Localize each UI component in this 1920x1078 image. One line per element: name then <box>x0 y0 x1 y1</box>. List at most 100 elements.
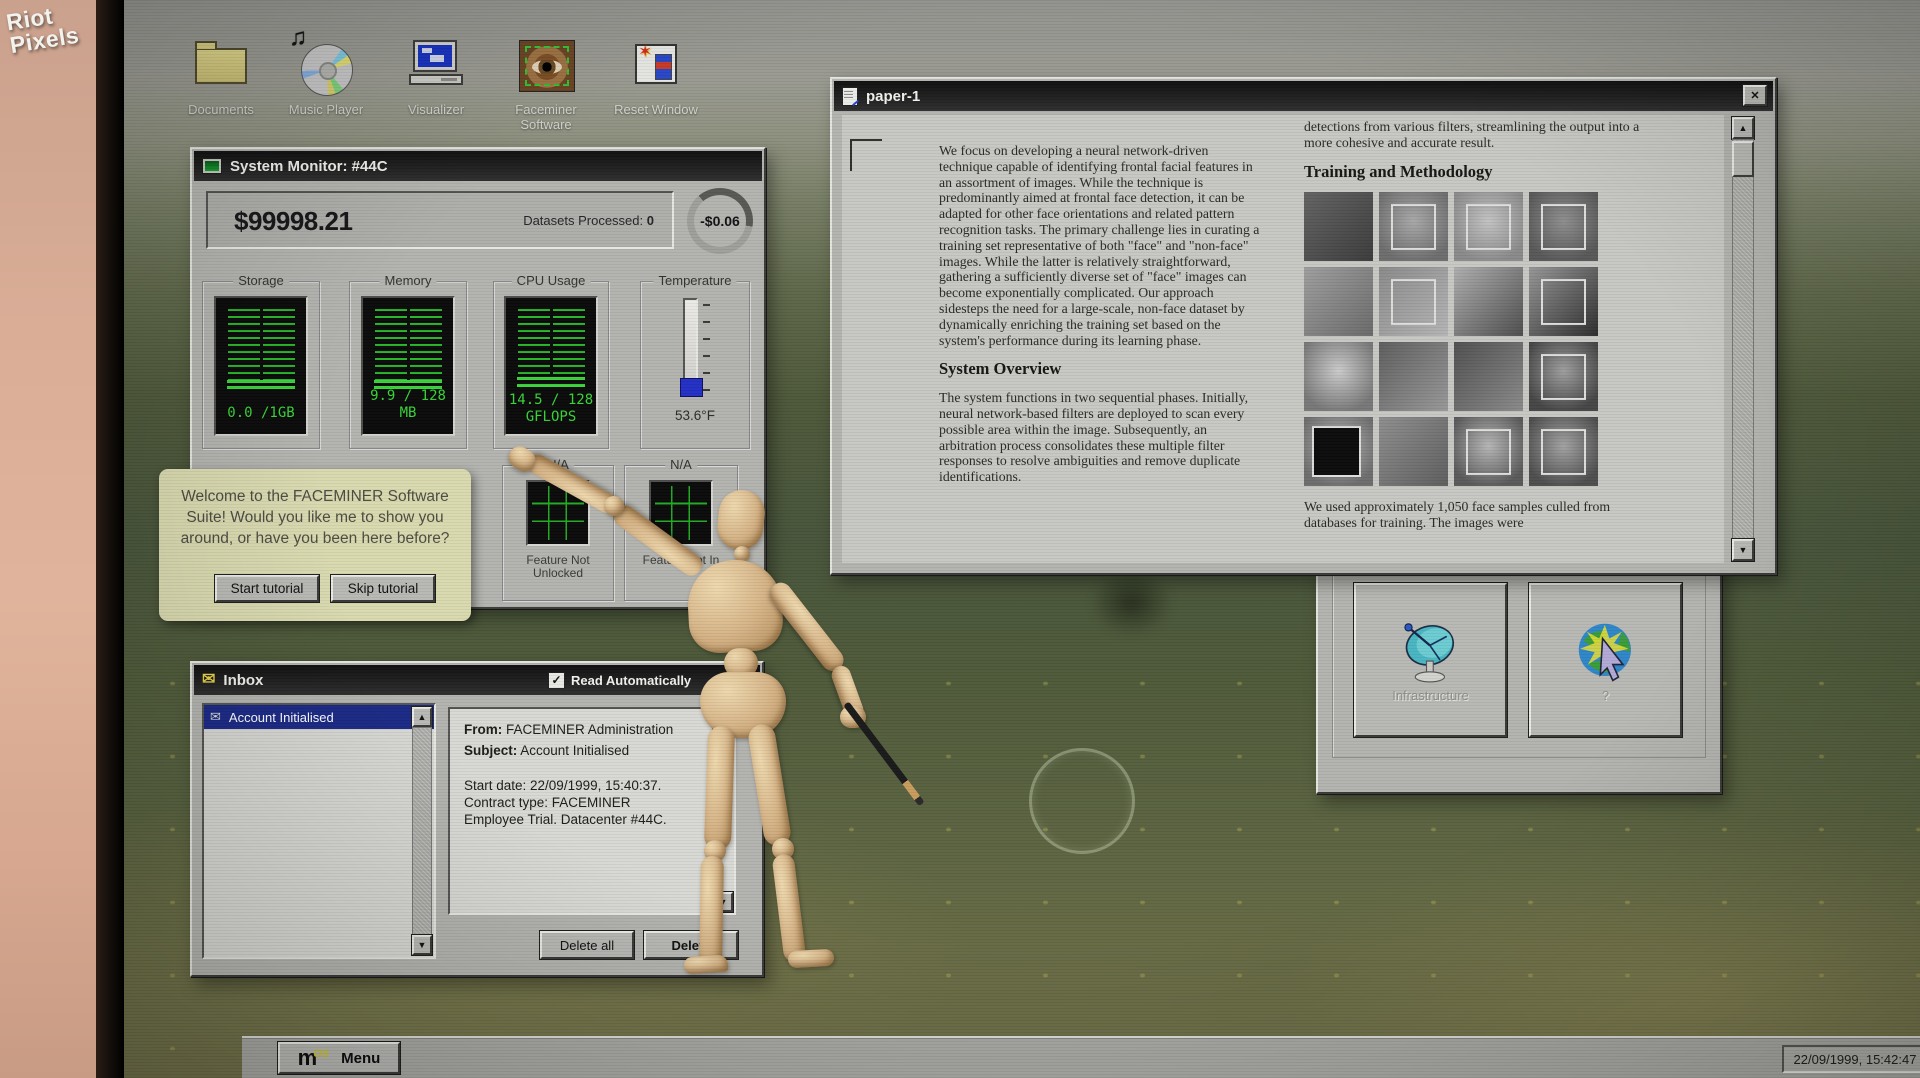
infrastructure-window: Infrastructure ? <box>1316 553 1722 794</box>
menu-button-label: Menu <box>341 1050 380 1067</box>
paper-paragraph-3: We used approximately 1,050 face samples… <box>1304 499 1648 531</box>
computer-base-icon <box>409 74 463 85</box>
datasets-processed: Datasets Processed: 0 <box>523 213 654 228</box>
locked-lcd-2 <box>649 480 713 546</box>
list-item-account-initialised[interactable]: ✉ Account Initialised <box>204 705 434 729</box>
skip-tutorial-button[interactable]: Skip tutorial <box>331 575 435 602</box>
envelope-icon: ✉ <box>202 672 215 688</box>
locked-lcd-1 <box>526 480 590 546</box>
figure-tile-street-canal <box>1379 342 1448 411</box>
infrastructure-button[interactable]: Infrastructure <box>1354 583 1507 737</box>
desktop-icon-faceminer-software[interactable]: Faceminer Software <box>498 36 594 132</box>
locked-panel-2-label: N/A <box>665 457 697 472</box>
monitor-bezel <box>96 0 124 1078</box>
figure-tile-cat-sitting <box>1454 267 1523 336</box>
inbox-window: ✉ Inbox ✓ Read Automatically ✉ Account I… <box>190 661 764 977</box>
system-monitor-titlebar[interactable]: System Monitor: #44C <box>194 151 762 181</box>
menu-button[interactable]: mOS Menu <box>278 1042 400 1074</box>
icon-label: Visualizer <box>388 102 484 117</box>
list-scrollbar-track[interactable] <box>412 727 432 935</box>
music-notes-icon: ♫ <box>289 24 307 52</box>
tutorial-message: Welcome to the FACEMINER Software Suite!… <box>175 486 455 549</box>
window-icon: ✶ <box>635 44 677 84</box>
inbox-titlebar[interactable]: ✉ Inbox ✓ Read Automatically <box>194 665 760 695</box>
mail-item-icon: ✉ <box>210 709 221 725</box>
storage-value: 0.0 /1GB <box>216 405 306 422</box>
cpu-value: 14.5 / 128 GFLOPS <box>506 392 596 426</box>
detail-scroll-up-button[interactable]: ▲ <box>713 710 733 730</box>
delete-all-button[interactable]: Delete all <box>540 931 634 959</box>
start-tutorial-button[interactable]: Start tutorial <box>215 575 319 602</box>
datasets-value: 0 <box>647 213 654 228</box>
detection-box <box>1541 354 1587 400</box>
locked-panel-1-caption: Feature Not Unlocked <box>503 554 613 580</box>
paper-window: paper-1 ✕ We focus on developing a neura… <box>830 77 1777 575</box>
color-grid-icon <box>655 54 672 80</box>
page-corner-mark <box>850 139 882 171</box>
os-logo-os: OS <box>313 1048 329 1060</box>
paper-scrollbar-track[interactable] <box>1732 139 1754 539</box>
figure-tile-bus-stop <box>1304 267 1373 336</box>
system-monitor-title: System Monitor: #44C <box>230 158 388 175</box>
close-button[interactable]: ✕ <box>1743 85 1767 106</box>
paper-scroll-down-button[interactable]: ▼ <box>1732 539 1754 561</box>
memory-value: 9.9 / 128 MB <box>363 388 453 422</box>
paper-left-column: We focus on developing a neural network-… <box>939 143 1261 498</box>
paper-paragraph-1: We focus on developing a neural network-… <box>939 143 1261 348</box>
taskbar-clock: 22/09/1999, 15:42:47 <box>1782 1045 1920 1073</box>
detail-scroll-down-button[interactable]: ▼ <box>713 892 733 912</box>
locked-panel-1-label: N/A <box>542 457 574 472</box>
training-methodology-heading: Training and Methodology <box>1304 164 1648 180</box>
desktop-icon-documents[interactable]: Documents <box>173 36 269 117</box>
tutorial-prompt: Welcome to the FACEMINER Software Suite!… <box>159 469 471 621</box>
storage-gauge: Storage 0.0 /1GB <box>202 281 320 449</box>
desktop-icon-visualizer[interactable]: Visualizer <box>388 36 484 117</box>
subject-value: Account Initialised <box>520 743 629 758</box>
inbox-message-detail: From: FACEMINER Administration Subject: … <box>448 707 736 915</box>
paper-scrollbar-thumb[interactable] <box>1732 141 1754 177</box>
paper-page: We focus on developing a neural network-… <box>842 115 1724 563</box>
delete-button[interactable]: Delete <box>644 931 738 959</box>
photo-of-crt-screen: Riot Pixels Documents ♫ Music Player Vis… <box>0 0 1920 1078</box>
desktop-icon-reset-window[interactable]: ✶ Reset Window <box>608 36 704 117</box>
paper-titlebar[interactable]: paper-1 ✕ <box>834 81 1773 111</box>
figure-tile-face-man <box>1454 192 1523 261</box>
desktop-icon-music-player[interactable]: ♫ Music Player <box>278 36 374 117</box>
cd-icon <box>301 44 353 96</box>
figure-tile-face-man-side <box>1529 192 1598 261</box>
system-overview-heading: System Overview <box>939 361 1261 377</box>
infrastructure-button-label: Infrastructure <box>1392 688 1469 703</box>
taskbar: mOS Menu 22/09/1999, 15:42:47 <box>242 1036 1920 1078</box>
inbox-title: Inbox <box>223 672 263 689</box>
memory-lcd: 9.9 / 128 MB <box>361 296 455 436</box>
paper-figure-grid <box>1304 192 1648 486</box>
read-automatically-checkbox[interactable]: ✓ Read Automatically <box>548 672 691 689</box>
figure-tile-face-woman-smiling <box>1454 417 1523 486</box>
temperature-value: 53.6°F <box>641 408 749 423</box>
paper-title: paper-1 <box>866 88 920 105</box>
desktop: Documents ♫ Music Player Visualizer Face… <box>124 0 1920 1078</box>
memory-gauge: Memory 9.9 / 128 MB <box>349 281 467 449</box>
from-value: FACEMINER Administration <box>506 722 673 737</box>
detection-box <box>1541 279 1587 325</box>
read-automatically-label: Read Automatically <box>571 673 691 688</box>
body-line1: Start date: 22/09/1999, 15:40:37. <box>464 777 708 794</box>
help-button[interactable]: ? <box>1529 583 1682 737</box>
icon-label: Music Player <box>278 102 374 117</box>
detection-box <box>1312 426 1360 477</box>
list-scroll-up-button[interactable]: ▲ <box>412 707 432 727</box>
figure-tile-face-redacted <box>1304 417 1373 486</box>
body-line2: Contract type: FACEMINER <box>464 794 708 811</box>
detection-box <box>1466 204 1512 250</box>
figure-tile-face-old-man <box>1529 417 1598 486</box>
temperature-handle[interactable] <box>680 378 703 397</box>
storage-lcd: 0.0 /1GB <box>214 296 308 436</box>
paper-paragraph-2: The system functions in two sequential p… <box>939 390 1261 485</box>
list-scroll-down-button[interactable]: ▼ <box>412 935 432 955</box>
rate-ring-gauge: -$0.06 <box>687 188 753 254</box>
detection-box <box>1466 429 1512 475</box>
paper-continuation: detections from various filters, streaml… <box>1304 119 1648 151</box>
folder-icon <box>195 48 247 84</box>
from-label: From: <box>464 722 502 737</box>
paper-scroll-up-button[interactable]: ▲ <box>1732 117 1754 139</box>
